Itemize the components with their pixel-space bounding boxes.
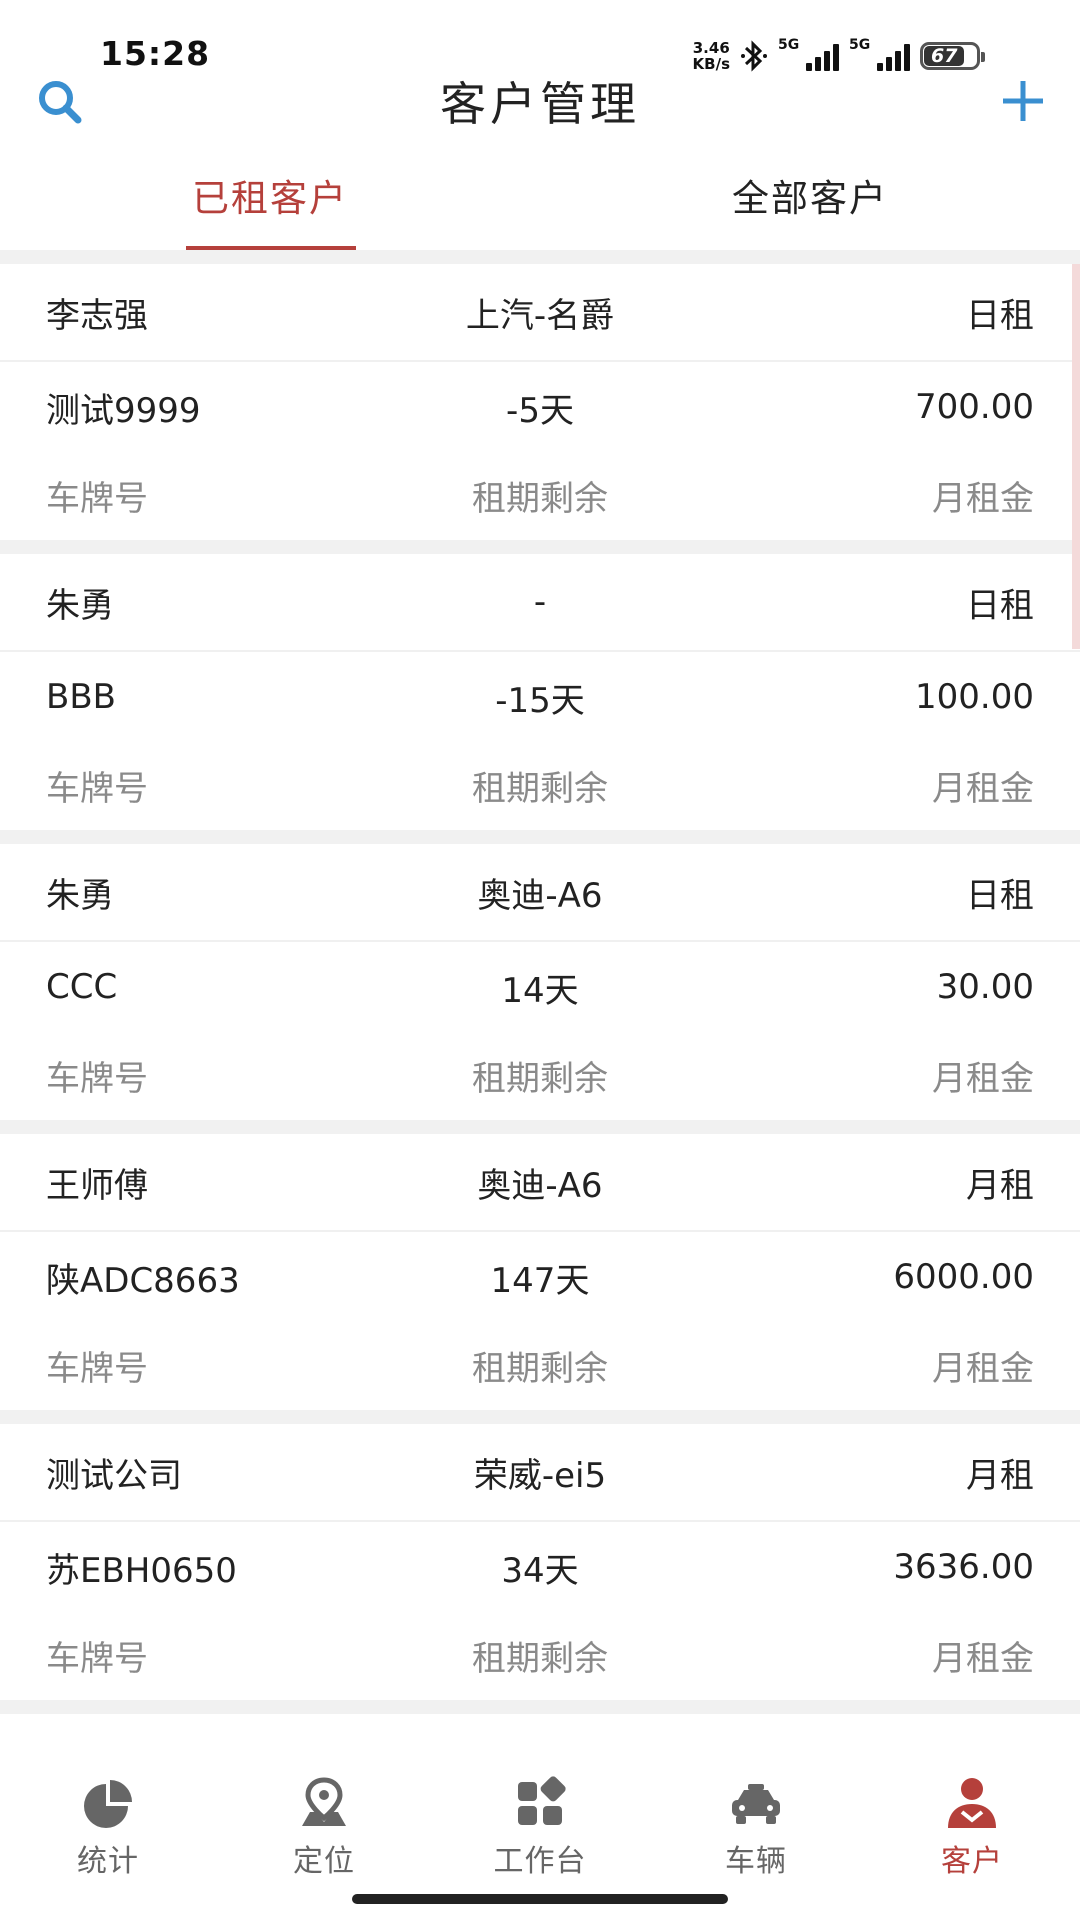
car-icon <box>732 1784 780 1824</box>
scrollbar[interactable] <box>1072 264 1080 649</box>
plate-label: 车牌号 <box>46 478 148 519</box>
customer-icon <box>948 1778 996 1828</box>
remaining-label: 租期剩余 <box>472 1058 608 1099</box>
remaining-days: -5天 <box>506 390 574 431</box>
tab-label: 已租客户 <box>192 177 348 220</box>
plate-label: 车牌号 <box>46 1348 148 1389</box>
card-label-row: 车牌号 租期剩余 月租金 <box>0 452 1080 538</box>
monthly-rent: 30.00 <box>936 967 1034 1007</box>
divider <box>0 830 1080 844</box>
card-header-row: 测试公司 荣威-ei5 月租 <box>0 1424 1080 1522</box>
remaining-label: 租期剩余 <box>472 768 608 809</box>
divider <box>0 1120 1080 1134</box>
monthly-rent-label: 月租金 <box>932 1058 1034 1099</box>
nav-label: 客户 <box>941 1844 1003 1879</box>
nav-label: 定位 <box>293 1844 355 1879</box>
tab-bar: 已租客户 全部客户 <box>0 150 1080 250</box>
monthly-rent-label: 月租金 <box>932 768 1034 809</box>
nav-label: 统计 <box>77 1844 139 1879</box>
card-value-row: CCC 14天 30.00 <box>0 942 1080 1032</box>
customer-name: 朱勇 <box>46 875 114 916</box>
customer-name: 王师傅 <box>46 1165 148 1206</box>
car-model: 荣威-ei5 <box>473 1455 607 1496</box>
card-header-row: 李志强 上汽-名爵 日租 <box>0 264 1080 362</box>
nav-label: 车辆 <box>725 1844 787 1879</box>
customer-card[interactable]: 测试公司 荣威-ei5 月租 苏EBH0650 34天 3636.00 车牌号 … <box>0 1424 1080 1700</box>
card-label-row: 车牌号 租期剩余 月租金 <box>0 1032 1080 1118</box>
monthly-rent-label: 月租金 <box>932 1638 1034 1679</box>
card-value-row: BBB -15天 100.00 <box>0 652 1080 742</box>
customer-card[interactable]: 朱勇 - 日租 BBB -15天 100.00 车牌号 租期剩余 月租金 <box>0 554 1080 830</box>
plate-number: 测试9999 <box>46 390 201 431</box>
pie-chart-icon <box>84 1780 132 1828</box>
monthly-rent-label: 月租金 <box>932 1348 1034 1389</box>
card-label-row: 车牌号 租期剩余 月租金 <box>0 742 1080 828</box>
plate-label: 车牌号 <box>46 1058 148 1099</box>
rent-type: 月租 <box>966 1165 1034 1206</box>
monthly-rent: 6000.00 <box>893 1257 1034 1297</box>
net-speed-value: 3.46 <box>692 39 730 57</box>
battery-icon: 67 <box>920 42 985 70</box>
plate-label: 车牌号 <box>46 768 148 809</box>
card-value-row: 测试9999 -5天 700.00 <box>0 362 1080 452</box>
monthly-rent: 700.00 <box>915 387 1034 427</box>
monthly-rent-label: 月租金 <box>932 478 1034 519</box>
rent-type: 日租 <box>966 875 1034 916</box>
divider <box>0 1700 1080 1714</box>
divider <box>0 250 1080 264</box>
battery-level: 67 <box>931 45 958 67</box>
card-value-row: 陕ADC8663 147天 6000.00 <box>0 1232 1080 1322</box>
customer-card[interactable]: 朱勇 奥迪-A6 日租 CCC 14天 30.00 车牌号 租期剩余 月租金 <box>0 844 1080 1120</box>
customer-name: 朱勇 <box>46 585 114 626</box>
customer-card-partial[interactable] <box>0 1714 1080 1758</box>
home-indicator[interactable] <box>352 1894 728 1904</box>
plate-number: BBB <box>46 677 116 717</box>
car-model: 奥迪-A6 <box>477 1165 603 1206</box>
monthly-rent: 3636.00 <box>893 1547 1034 1587</box>
rent-type: 月租 <box>966 1455 1034 1496</box>
plate-number: CCC <box>46 967 118 1007</box>
location-pin-icon <box>302 1777 346 1826</box>
nav-label: 工作台 <box>493 1844 587 1879</box>
tab-label: 全部客户 <box>732 177 888 220</box>
nav-item-customers[interactable]: 客户 <box>864 1758 1080 1920</box>
plate-number: 陕ADC8663 <box>46 1260 240 1301</box>
plate-number: 苏EBH0650 <box>46 1550 237 1591</box>
remaining-days: 34天 <box>501 1550 579 1591</box>
dashboard-icon <box>518 1776 566 1825</box>
card-header-row: 王师傅 奥迪-A6 月租 <box>0 1134 1080 1232</box>
remaining-days: 147天 <box>490 1260 590 1301</box>
rent-type: 日租 <box>966 585 1034 626</box>
tab-rented-customers[interactable]: 已租客户 <box>0 150 540 250</box>
remaining-label: 租期剩余 <box>472 1348 608 1389</box>
customer-list[interactable]: 李志强 上汽-名爵 日租 测试9999 -5天 700.00 车牌号 租期剩余 … <box>0 264 1080 1758</box>
card-label-row: 车牌号 租期剩余 月租金 <box>0 1612 1080 1698</box>
monthly-rent: 100.00 <box>915 677 1034 717</box>
remaining-days: -15天 <box>495 680 585 721</box>
nav-item-statistics[interactable]: 统计 <box>0 1758 216 1920</box>
divider <box>0 1410 1080 1424</box>
signal-5g-2-icon: 5G <box>849 37 910 71</box>
divider <box>0 540 1080 554</box>
customer-card[interactable]: 王师傅 奥迪-A6 月租 陕ADC8663 147天 6000.00 车牌号 租… <box>0 1134 1080 1410</box>
page-title: 客户管理 <box>440 77 640 131</box>
customer-name: 测试公司 <box>46 1455 182 1496</box>
remaining-label: 租期剩余 <box>472 478 608 519</box>
car-model: - <box>533 582 547 622</box>
signal-5g-1-icon: 5G <box>778 37 839 71</box>
customer-card[interactable]: 李志强 上汽-名爵 日租 测试9999 -5天 700.00 车牌号 租期剩余 … <box>0 264 1080 540</box>
rent-type: 日租 <box>966 295 1034 336</box>
card-header-row: 朱勇 - 日租 <box>0 554 1080 652</box>
card-label-row: 车牌号 租期剩余 月租金 <box>0 1322 1080 1408</box>
remaining-label: 租期剩余 <box>472 1638 608 1679</box>
remaining-days: 14天 <box>501 970 579 1011</box>
car-model: 奥迪-A6 <box>477 875 603 916</box>
car-model: 上汽-名爵 <box>465 295 615 336</box>
card-header-row: 朱勇 奥迪-A6 日租 <box>0 844 1080 942</box>
plate-label: 车牌号 <box>46 1638 148 1679</box>
tab-all-customers[interactable]: 全部客户 <box>540 150 1080 250</box>
customer-name: 李志强 <box>46 295 148 336</box>
plus-icon[interactable] <box>1000 78 1046 124</box>
card-value-row: 苏EBH0650 34天 3636.00 <box>0 1522 1080 1612</box>
